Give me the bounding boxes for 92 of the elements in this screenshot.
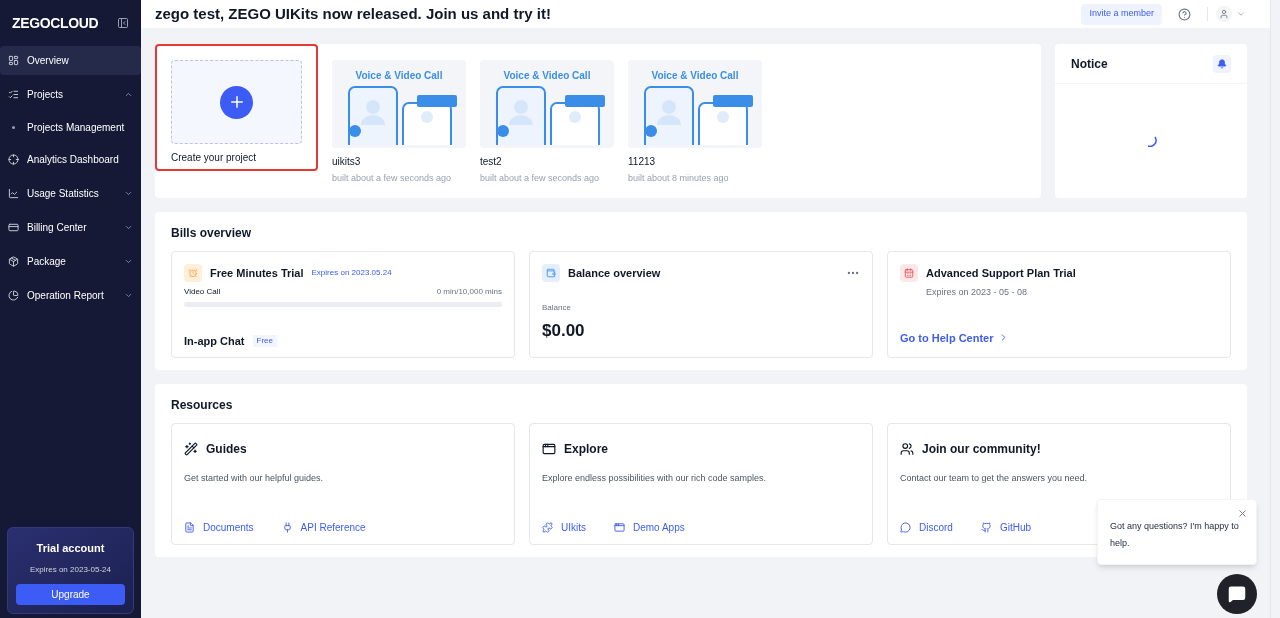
project-name: test2 — [480, 155, 503, 169]
chevron-down-icon — [124, 257, 133, 266]
project-built-time: built about a few seconds ago — [480, 172, 601, 185]
link-icon — [980, 521, 992, 533]
trial-expiry: Expires on 2023-05-24 — [30, 564, 111, 576]
balance-amount: $0.00 — [542, 320, 586, 342]
link-icon — [281, 521, 293, 533]
resource-link[interactable]: UIkits — [542, 519, 586, 535]
sidebar-item[interactable]: Analytics Dashboard — [0, 145, 141, 174]
sidebar-item[interactable]: Overview — [0, 46, 141, 75]
project-name: uikits3 — [332, 155, 362, 169]
card-description: Get started with our helpful guides. — [184, 472, 325, 485]
bell-icon — [1217, 58, 1227, 69]
create-project-label: Create your project — [171, 151, 258, 165]
project-built-time: built about a few seconds ago — [332, 172, 453, 185]
project-card[interactable]: Voice & Video Call uikits3 built about a few seconds ago — [332, 60, 466, 186]
menu-icon — [8, 256, 19, 267]
chat-label: In-app Chat — [184, 334, 245, 349]
create-project-area[interactable] — [171, 60, 302, 144]
resource-link[interactable]: Discord — [900, 519, 953, 535]
expiry-date: Expires on 2023 - 05 - 08 — [926, 286, 1029, 299]
invite-button[interactable]: Invite a member — [1081, 3, 1162, 25]
card-title: Explore — [564, 441, 608, 458]
balance-label: Balance — [542, 302, 572, 314]
card-icon — [900, 442, 914, 456]
menu-icon — [8, 290, 19, 301]
sidebar-item[interactable]: Billing Center — [0, 213, 141, 242]
card-icon — [184, 442, 198, 456]
thumbnail-title: Voice & Video Call — [355, 69, 443, 83]
sidebar-item[interactable]: Operation Report — [0, 281, 141, 310]
menu-icon — [8, 188, 19, 199]
collapse-icon[interactable] — [117, 17, 129, 29]
bullet-icon — [12, 125, 15, 129]
menu-icon — [8, 89, 19, 100]
card-icon — [542, 442, 556, 456]
resource-link[interactable]: Documents — [184, 519, 254, 535]
chevron-down-icon — [124, 223, 133, 232]
sidebar-item[interactable]: Usage Statistics — [0, 179, 141, 208]
meter-reading: 0 min/10,000 mins — [436, 286, 502, 298]
thumbnail-title: Voice & Video Call — [503, 69, 591, 83]
menu-icon — [8, 55, 19, 66]
card-title: Join our community! — [922, 441, 1041, 458]
chevron-up-icon — [124, 90, 133, 99]
card-title: Advanced Support Plan Trial — [926, 265, 1076, 281]
chat-bubble-icon — [1228, 585, 1246, 603]
page-title: zego test, ZEGO UIKits now released. Join us and try it! — [155, 3, 552, 24]
thumbnail-title: Voice & Video Call — [651, 69, 739, 83]
project-built-time: built about 8 minutes ago — [628, 172, 730, 185]
menu-icon — [8, 154, 19, 165]
card-description: Contact our team to get the answers you need. — [900, 472, 1089, 485]
bell-button[interactable] — [1213, 54, 1231, 73]
card-title: Guides — [206, 441, 247, 458]
link-icon — [184, 521, 195, 533]
free-tag: Free — [252, 335, 277, 348]
logo: ZEGOCLOUD — [12, 13, 99, 33]
resource-link[interactable]: GitHub — [980, 519, 1032, 535]
menu-icon — [8, 222, 19, 233]
close-icon[interactable] — [1237, 508, 1248, 519]
sidebar-item[interactable]: Package — [0, 247, 141, 276]
project-card[interactable]: Voice & Video Call test2 built about a few seconds ago — [480, 60, 614, 186]
section-title: Bills overview — [171, 225, 253, 242]
link-icon — [542, 521, 553, 533]
sidebar-item[interactable]: Projects — [0, 80, 141, 109]
project-card[interactable]: Voice & Video Call 11213 built about 8 minutes ago — [628, 60, 762, 186]
help-icon[interactable] — [1178, 7, 1191, 21]
calendar-icon — [900, 264, 918, 282]
card-title: Free Minutes Trial — [210, 265, 304, 281]
card-description: Explore endless possibilities with our rich code samples. — [542, 472, 768, 485]
meter-label: Video Call — [184, 286, 221, 298]
notice-title: Notice — [1071, 55, 1108, 73]
help-center-link[interactable]: Go to Help Center — [900, 329, 1009, 346]
resource-link[interactable]: Demo Apps — [614, 519, 685, 535]
loading-spinner-icon — [1145, 135, 1157, 147]
section-title: Resources — [171, 397, 234, 414]
project-name: 11213 — [628, 155, 657, 169]
expiry-date: Expires on 2023.05.24 — [311, 267, 392, 279]
chat-button[interactable] — [1217, 574, 1257, 614]
trial-title: Trial account — [36, 540, 105, 556]
wallet-icon — [542, 264, 560, 282]
create-project-card[interactable]: Create your project — [155, 44, 318, 171]
link-icon — [614, 521, 625, 533]
chevron-down-icon — [124, 189, 133, 198]
resource-link[interactable]: API Reference — [281, 519, 366, 535]
card-title: Balance overview — [568, 265, 662, 281]
sidebar-subitem[interactable]: Projects Management — [0, 114, 141, 140]
add-button[interactable] — [220, 85, 253, 119]
upgrade-button[interactable]: Upgrade — [16, 584, 125, 605]
chat-message: Got any questions? I'm happy to help. — [1110, 520, 1240, 550]
chevron-down-icon — [124, 291, 133, 300]
alarm-clock-icon — [184, 264, 202, 282]
link-icon — [900, 521, 911, 533]
avatar[interactable] — [1216, 6, 1232, 22]
